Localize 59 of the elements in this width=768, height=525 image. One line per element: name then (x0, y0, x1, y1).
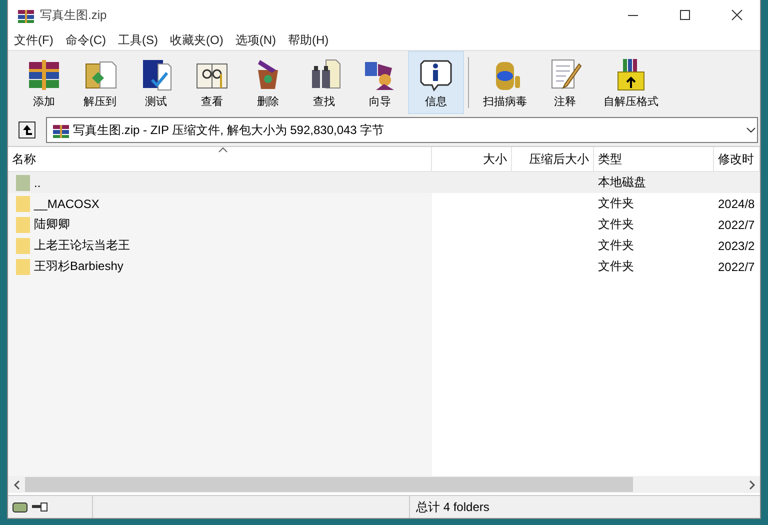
column-header[interactable]: 类型 (594, 147, 714, 171)
file-type: 文件夹 (597, 216, 635, 233)
toolbar-button[interactable]: 测试 (128, 51, 184, 114)
menu-item[interactable]: 文件(F) (8, 32, 60, 48)
folder-icon (16, 258, 30, 274)
file-row[interactable]: 陆卿卿 文件夹 2022/7 (8, 214, 760, 235)
file-row[interactable]: 上老王论坛当老王 文件夹 2023/2 (8, 235, 760, 256)
file-type: 文件夹 (597, 258, 635, 275)
archive-icon (16, 7, 34, 23)
scroll-left-icon (12, 480, 20, 490)
close-icon (729, 7, 745, 23)
scroll-right-icon (748, 480, 756, 490)
toolbar-button[interactable]: 向导 (352, 51, 408, 114)
file-name: 陆卿卿 (34, 216, 70, 233)
folder-icon (16, 238, 30, 254)
toolbar-button[interactable]: 查找 (296, 51, 352, 114)
horizontal-scrollbar[interactable] (8, 476, 760, 493)
menu-item[interactable]: 选项(N) (229, 32, 282, 48)
folder-icon (16, 196, 30, 212)
menu-item[interactable]: 帮助(H) (282, 32, 335, 48)
toolbar-button[interactable]: 删除 (240, 51, 296, 114)
toolbar-button[interactable]: 添加 (16, 51, 72, 114)
file-type: 本地磁盘 (597, 174, 647, 191)
toolbar-button[interactable]: 自解压格式 (593, 51, 669, 114)
window-title: 写真生图.zip (40, 6, 108, 24)
file-row[interactable]: 王羽杉Barbieshy 文件夹 2022/7 (8, 256, 760, 277)
column-header[interactable]: 名称 (8, 147, 432, 171)
maximize-icon (677, 7, 693, 23)
modified-date: 2024/8 (717, 196, 756, 210)
scrollbar-thumb[interactable] (25, 477, 633, 492)
modified-date: 2023/2 (717, 238, 756, 252)
toolbar-button[interactable]: 信息 (408, 51, 464, 114)
file-type: 文件夹 (597, 237, 635, 254)
address-field[interactable]: 写真生图.zip - ZIP 压缩文件, 解包大小为 592,830,043 字节 (46, 117, 758, 143)
status-text: 总计 4 folders (415, 498, 490, 516)
file-row[interactable]: __MACOSX 文件夹 2024/8 (8, 193, 760, 214)
file-name: __MACOSX (34, 196, 100, 210)
archive-icon (51, 122, 69, 138)
toolbar-button[interactable]: 解压到 (72, 51, 128, 114)
toolbar-button[interactable]: 查看 (184, 51, 240, 114)
menu-item[interactable]: 收藏夹(O) (164, 32, 230, 48)
column-header[interactable]: 压缩后大小 (512, 147, 594, 171)
file-name: 王羽杉Barbieshy (34, 258, 124, 275)
up-folder-button[interactable] (18, 121, 36, 139)
menu-item[interactable]: 工具(S) (112, 32, 164, 48)
toolbar-button[interactable]: 扫描病毒 (473, 51, 537, 114)
modified-date: 2022/7 (717, 218, 756, 232)
folder-icon (16, 216, 30, 232)
key-icon (32, 502, 48, 512)
minimize-icon (628, 14, 638, 16)
modified-date: 2022/7 (717, 260, 756, 274)
file-name: 上老王论坛当老王 (34, 237, 130, 254)
menu-item[interactable]: 命令(C) (59, 32, 112, 48)
toolbar-button[interactable]: 注释 (537, 51, 593, 114)
file-type: 文件夹 (597, 195, 635, 212)
file-name: .. (34, 176, 41, 190)
column-header[interactable]: 修改时 (714, 147, 760, 171)
selected-row[interactable]: .. 本地磁盘 (8, 172, 760, 193)
column-header[interactable]: 大小 (432, 147, 512, 171)
